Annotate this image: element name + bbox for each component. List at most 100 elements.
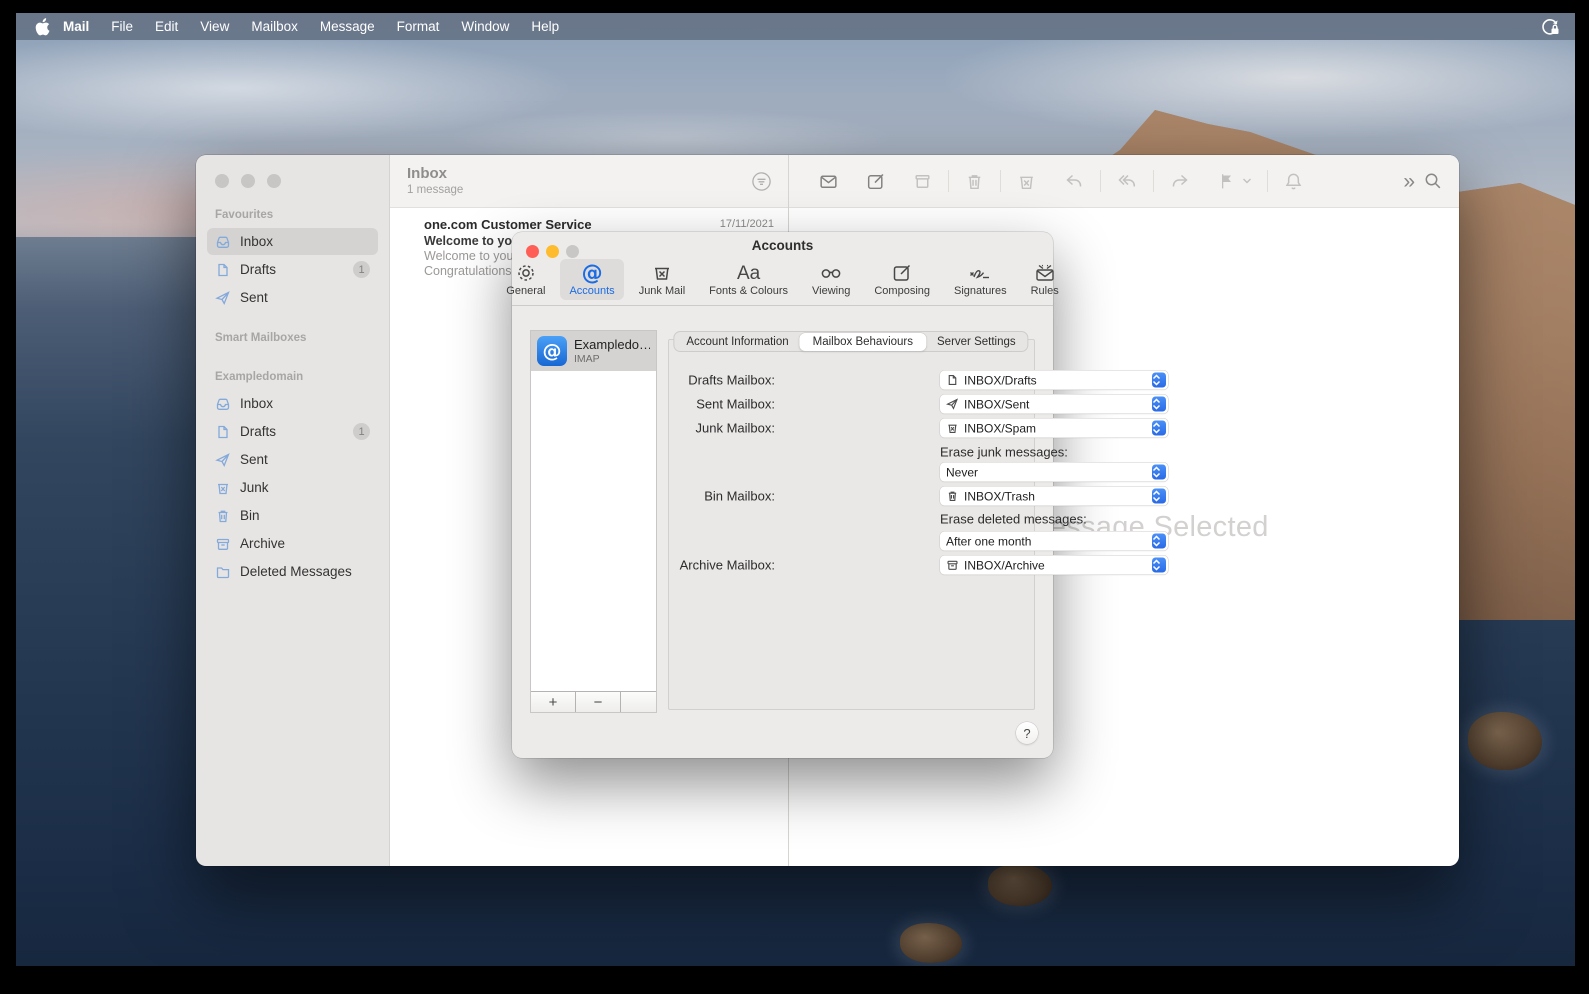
account-name: Exampledomain	[574, 337, 650, 352]
forward-button[interactable]	[1169, 170, 1191, 192]
prefs-pane-signatures[interactable]: Signatures	[945, 259, 1016, 300]
account-list-controls: + −	[531, 691, 656, 712]
reply-all-button[interactable]	[1116, 170, 1138, 192]
menu-format[interactable]: Format	[386, 19, 451, 34]
fonts-icon: Aa	[736, 262, 761, 284]
toolbar-separator	[1000, 170, 1001, 192]
stepper-icon	[1151, 396, 1166, 412]
sidebar-item-label: Sent	[240, 452, 268, 467]
stepper-icon	[1151, 557, 1166, 573]
archive-button[interactable]	[912, 171, 933, 192]
sidebar-item-label: Drafts	[240, 262, 277, 277]
sidebar-item-sent[interactable]: Sent	[207, 284, 378, 311]
prefs-pane-accounts[interactable]: @ Accounts	[560, 259, 624, 300]
sidebar-item-label: Sent	[240, 290, 268, 305]
inbox-icon	[216, 398, 230, 410]
flag-chevron-icon[interactable]	[1242, 177, 1252, 185]
mailbox-title: Inbox	[407, 165, 447, 182]
remove-account-button[interactable]: −	[576, 692, 621, 712]
compose-button[interactable]	[865, 171, 886, 192]
junk-button[interactable]	[1016, 171, 1037, 192]
sea-rock	[988, 864, 1052, 906]
tab-server-settings[interactable]: Server Settings	[925, 333, 1028, 351]
field-label: Archive Mailbox:	[679, 557, 775, 573]
account-at-icon: @	[537, 336, 567, 366]
menu-edit[interactable]: Edit	[144, 19, 189, 34]
apple-menu[interactable]	[35, 17, 50, 36]
prefs-pane-composing[interactable]: Composing	[865, 259, 939, 300]
menu-mail[interactable]: Mail	[52, 19, 100, 34]
zoom-button[interactable]	[267, 174, 281, 188]
filter-icon[interactable]	[751, 171, 772, 192]
minimize-button[interactable]	[241, 174, 255, 188]
sidebar-item-label: Drafts	[240, 424, 277, 439]
field-label: Drafts Mailbox:	[688, 372, 775, 388]
junk-mailbox-select[interactable]: INBOX/Spam	[940, 418, 1168, 438]
overflow-chevrons-icon[interactable]: »	[1403, 171, 1415, 192]
close-button[interactable]	[215, 174, 229, 188]
prefs-pane-fonts-colours[interactable]: Aa Fonts & Colours	[700, 259, 797, 300]
menu-message[interactable]: Message	[309, 19, 386, 34]
prefs-pane-general[interactable]: General	[497, 259, 554, 300]
sea-rock	[1468, 712, 1542, 770]
sidebar-item-label: Inbox	[240, 396, 274, 411]
menu-help[interactable]: Help	[520, 19, 570, 34]
add-account-button[interactable]: +	[531, 692, 576, 712]
field-label: Junk Mailbox:	[695, 420, 775, 436]
desktop-wallpaper: Mail File Edit View Mailbox Message Form…	[16, 13, 1575, 966]
search-icon[interactable]	[1423, 171, 1443, 191]
message-count: 1 message	[407, 184, 464, 196]
mute-bell-button[interactable]	[1283, 171, 1304, 192]
prefs-pane-junk-mail[interactable]: Junk Mail	[630, 259, 694, 300]
flag-button[interactable]	[1217, 171, 1237, 191]
trash-icon	[948, 491, 957, 502]
compose-icon	[891, 261, 913, 285]
sent-mailbox-select[interactable]: INBOX/Sent	[940, 394, 1168, 414]
at-icon: @	[581, 260, 603, 285]
sidebar-item-archive[interactable]: Archive	[207, 530, 378, 557]
reply-button[interactable]	[1063, 170, 1085, 192]
menu-window[interactable]: Window	[450, 19, 520, 34]
archive-mailbox-select[interactable]: INBOX/Archive	[940, 555, 1168, 575]
section-smart-mailboxes: Smart Mailboxes	[215, 332, 307, 344]
section-exampledomain: Exampledomain	[215, 371, 304, 383]
tab-mailbox-behaviours[interactable]: Mailbox Behaviours	[799, 332, 927, 351]
sidebar-item-drafts[interactable]: Drafts 1	[207, 256, 378, 283]
sidebar-item-deleted-messages[interactable]: Deleted Messages	[207, 558, 378, 585]
erase-junk-select[interactable]: Never	[940, 462, 1168, 482]
tab-account-information[interactable]: Account Information	[674, 333, 800, 351]
sidebar-item-inbox-2[interactable]: Inbox	[207, 390, 378, 417]
bin-mailbox-select[interactable]: INBOX/Trash	[940, 486, 1168, 506]
account-bar-filler	[621, 692, 656, 712]
unread-badge: 1	[353, 423, 370, 440]
inbox-icon	[216, 236, 230, 248]
sidebar-item-junk[interactable]: Junk	[207, 474, 378, 501]
help-button[interactable]: ?	[1016, 722, 1038, 744]
accounts-preferences-dialog: Accounts General @ Accounts Junk Mail Aa…	[506, 232, 1168, 758]
field-label: Sent Mailbox:	[696, 396, 775, 412]
dialog-title: Accounts	[751, 238, 814, 253]
menu-mailbox[interactable]: Mailbox	[240, 19, 309, 34]
prefs-pane-rules[interactable]: Rules	[1022, 259, 1068, 300]
sidebar-item-bin[interactable]: Bin	[207, 502, 378, 529]
sidebar-item-sent-2[interactable]: Sent	[207, 446, 378, 473]
prefs-pane-viewing[interactable]: Viewing	[803, 259, 859, 300]
sidebar-item-label: Inbox	[240, 234, 274, 249]
junk-icon	[651, 261, 673, 285]
account-list: @ Exampledomain IMAP + −	[530, 330, 657, 713]
delete-button[interactable]	[964, 171, 985, 192]
sidebar-item-inbox[interactable]: Inbox	[207, 228, 378, 255]
sidebar-item-label: Archive	[240, 536, 286, 551]
erase-deleted-select[interactable]: After one month	[940, 531, 1168, 551]
archive-icon	[947, 560, 958, 570]
get-mail-button[interactable]	[818, 171, 839, 192]
sidebar-item-drafts-2[interactable]: Drafts 1	[207, 418, 378, 445]
screen: Mail File Edit View Mailbox Message Form…	[0, 0, 1589, 994]
menu-view[interactable]: View	[189, 19, 240, 34]
account-row[interactable]: @ Exampledomain IMAP	[531, 331, 656, 371]
screen-lock-status-icon[interactable]	[1539, 16, 1561, 38]
field-label: Bin Mailbox:	[704, 488, 775, 504]
page-icon	[218, 263, 228, 276]
drafts-mailbox-select[interactable]: INBOX/Drafts	[940, 370, 1168, 390]
menu-file[interactable]: File	[100, 19, 144, 34]
